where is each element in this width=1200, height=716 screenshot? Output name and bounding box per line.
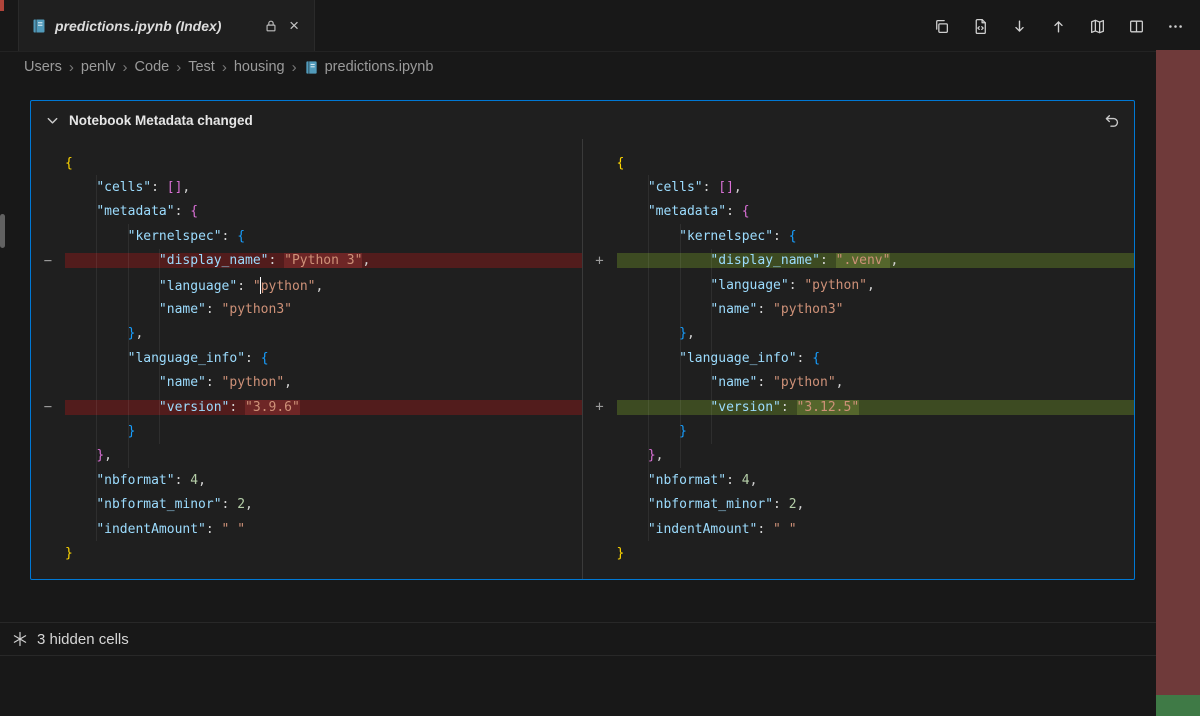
open-file-button[interactable]	[969, 15, 991, 37]
diff-line: {	[31, 151, 582, 175]
indent-guide	[96, 175, 97, 541]
diff-line: "indentAmount": " "	[31, 517, 582, 541]
editor-toolbar	[930, 0, 1186, 52]
ellipsis-icon	[1167, 18, 1184, 35]
diff-change-marker: +	[583, 253, 617, 269]
diff-cell-header: Notebook Metadata changed	[31, 101, 1134, 139]
map-icon	[1089, 18, 1106, 35]
diff-line: "metadata": {	[31, 200, 582, 224]
breadcrumb-item-test[interactable]: Test	[188, 59, 215, 75]
split-editor-icon	[1128, 18, 1145, 35]
diff-line: },	[583, 444, 1135, 468]
hidden-cells-label: 3 hidden cells	[37, 631, 129, 648]
diff-line: }	[31, 541, 582, 565]
diff-line: "nbformat": 4,	[583, 468, 1135, 492]
split-editor-button[interactable]	[1125, 15, 1147, 37]
diff-change-marker: −	[31, 399, 65, 415]
metadata-diff-editor: { "cells": [], "metadata": { "kernelspec…	[31, 139, 1134, 579]
tab-bar: predictions.ipynb (Index) ×	[0, 0, 1200, 52]
cell-title: Notebook Metadata changed	[69, 113, 253, 128]
diff-line: "kernelspec": {	[583, 224, 1135, 248]
tab-title: predictions.ipynb (Index)	[55, 18, 221, 34]
breadcrumb-item-code[interactable]: Code	[135, 59, 170, 75]
close-icon[interactable]: ×	[286, 15, 302, 36]
map-view-button[interactable]	[1086, 15, 1108, 37]
diff-line: + "version": "3.12.5"	[583, 395, 1135, 419]
previous-change-button[interactable]	[1047, 15, 1069, 37]
diff-line: "nbformat": 4,	[31, 468, 582, 492]
breadcrumb-item-users[interactable]: Users	[24, 59, 62, 75]
indent-guide	[711, 249, 712, 444]
scrollbar-thumb[interactable]	[0, 214, 5, 248]
more-actions-button[interactable]	[1164, 15, 1186, 37]
notebook-file-icon	[31, 18, 47, 34]
diff-line: "cells": [],	[31, 175, 582, 199]
arrow-down-icon	[1011, 18, 1028, 35]
diff-line: "name": "python3"	[31, 297, 582, 321]
diff-change-marker: +	[583, 399, 617, 415]
diff-line: }	[583, 541, 1135, 565]
metadata-diff-cell: Notebook Metadata changed { "cells": [],…	[30, 100, 1135, 580]
copy-button[interactable]	[930, 15, 952, 37]
revert-metadata-button[interactable]	[1103, 112, 1120, 129]
hidden-cells-icon	[12, 631, 28, 647]
breadcrumb-separator: ›	[292, 59, 297, 76]
breadcrumb-separator: ›	[69, 59, 74, 76]
diff-overview-ruler[interactable]	[1156, 50, 1200, 716]
diff-line: }	[31, 419, 582, 443]
indent-guide	[648, 175, 649, 541]
breadcrumb: Users › penlv › Code › Test › housing › …	[0, 52, 1200, 82]
diff-change-marker: −	[31, 253, 65, 269]
diff-line: },	[31, 322, 582, 346]
overview-deleted-region	[1156, 50, 1200, 695]
notebook-file-icon	[304, 60, 319, 75]
diff-line: "language_info": {	[31, 346, 582, 370]
indent-guide	[159, 249, 160, 444]
undo-icon	[1103, 112, 1120, 129]
overview-added-region	[1156, 695, 1200, 716]
arrow-up-icon	[1050, 18, 1067, 35]
diff-line: "kernelspec": {	[31, 224, 582, 248]
breadcrumb-file-label: predictions.ipynb	[325, 59, 434, 75]
chevron-down-icon[interactable]	[45, 113, 60, 128]
breadcrumb-item-penlv[interactable]: penlv	[81, 59, 116, 75]
copy-icon	[933, 18, 950, 35]
diff-modified-pane[interactable]: { "cells": [], "metadata": { "kernelspec…	[583, 139, 1135, 579]
diff-line: "name": "python",	[583, 371, 1135, 395]
diff-line: "language": "python",	[31, 273, 582, 297]
breadcrumb-separator: ›	[176, 59, 181, 76]
diff-line: "name": "python3"	[583, 297, 1135, 321]
diff-line: "language": "python",	[583, 273, 1135, 297]
diff-line: },	[583, 322, 1135, 346]
indent-guide	[128, 224, 129, 468]
diff-line: "name": "python",	[31, 371, 582, 395]
breadcrumb-item-housing[interactable]: housing	[234, 59, 285, 75]
next-change-button[interactable]	[1008, 15, 1030, 37]
diff-line: "language_info": {	[583, 346, 1135, 370]
diff-original-pane[interactable]: { "cells": [], "metadata": { "kernelspec…	[31, 139, 583, 579]
breadcrumb-separator: ›	[222, 59, 227, 76]
lock-icon	[264, 19, 278, 33]
diff-line: "metadata": {	[583, 200, 1135, 224]
diff-line: "nbformat_minor": 2,	[31, 492, 582, 516]
indent-guide	[680, 224, 681, 468]
diff-line: "indentAmount": " "	[583, 517, 1135, 541]
breadcrumb-item-file[interactable]: predictions.ipynb	[304, 59, 434, 75]
diff-line: }	[583, 419, 1135, 443]
diff-line: + "display_name": ".venv",	[583, 249, 1135, 273]
diff-line: },	[31, 444, 582, 468]
hidden-cells-row[interactable]: 3 hidden cells	[0, 622, 1156, 656]
diff-line: "nbformat_minor": 2,	[583, 492, 1135, 516]
tab-predictions-ipynb[interactable]: predictions.ipynb (Index) ×	[18, 0, 315, 51]
breadcrumb-separator: ›	[123, 59, 128, 76]
diff-line: − "display_name": "Python 3",	[31, 249, 582, 273]
diff-line: "cells": [],	[583, 175, 1135, 199]
diff-line: − "version": "3.9.6"	[31, 395, 582, 419]
file-code-icon	[972, 18, 989, 35]
overview-mark	[0, 0, 4, 11]
diff-line: {	[583, 151, 1135, 175]
